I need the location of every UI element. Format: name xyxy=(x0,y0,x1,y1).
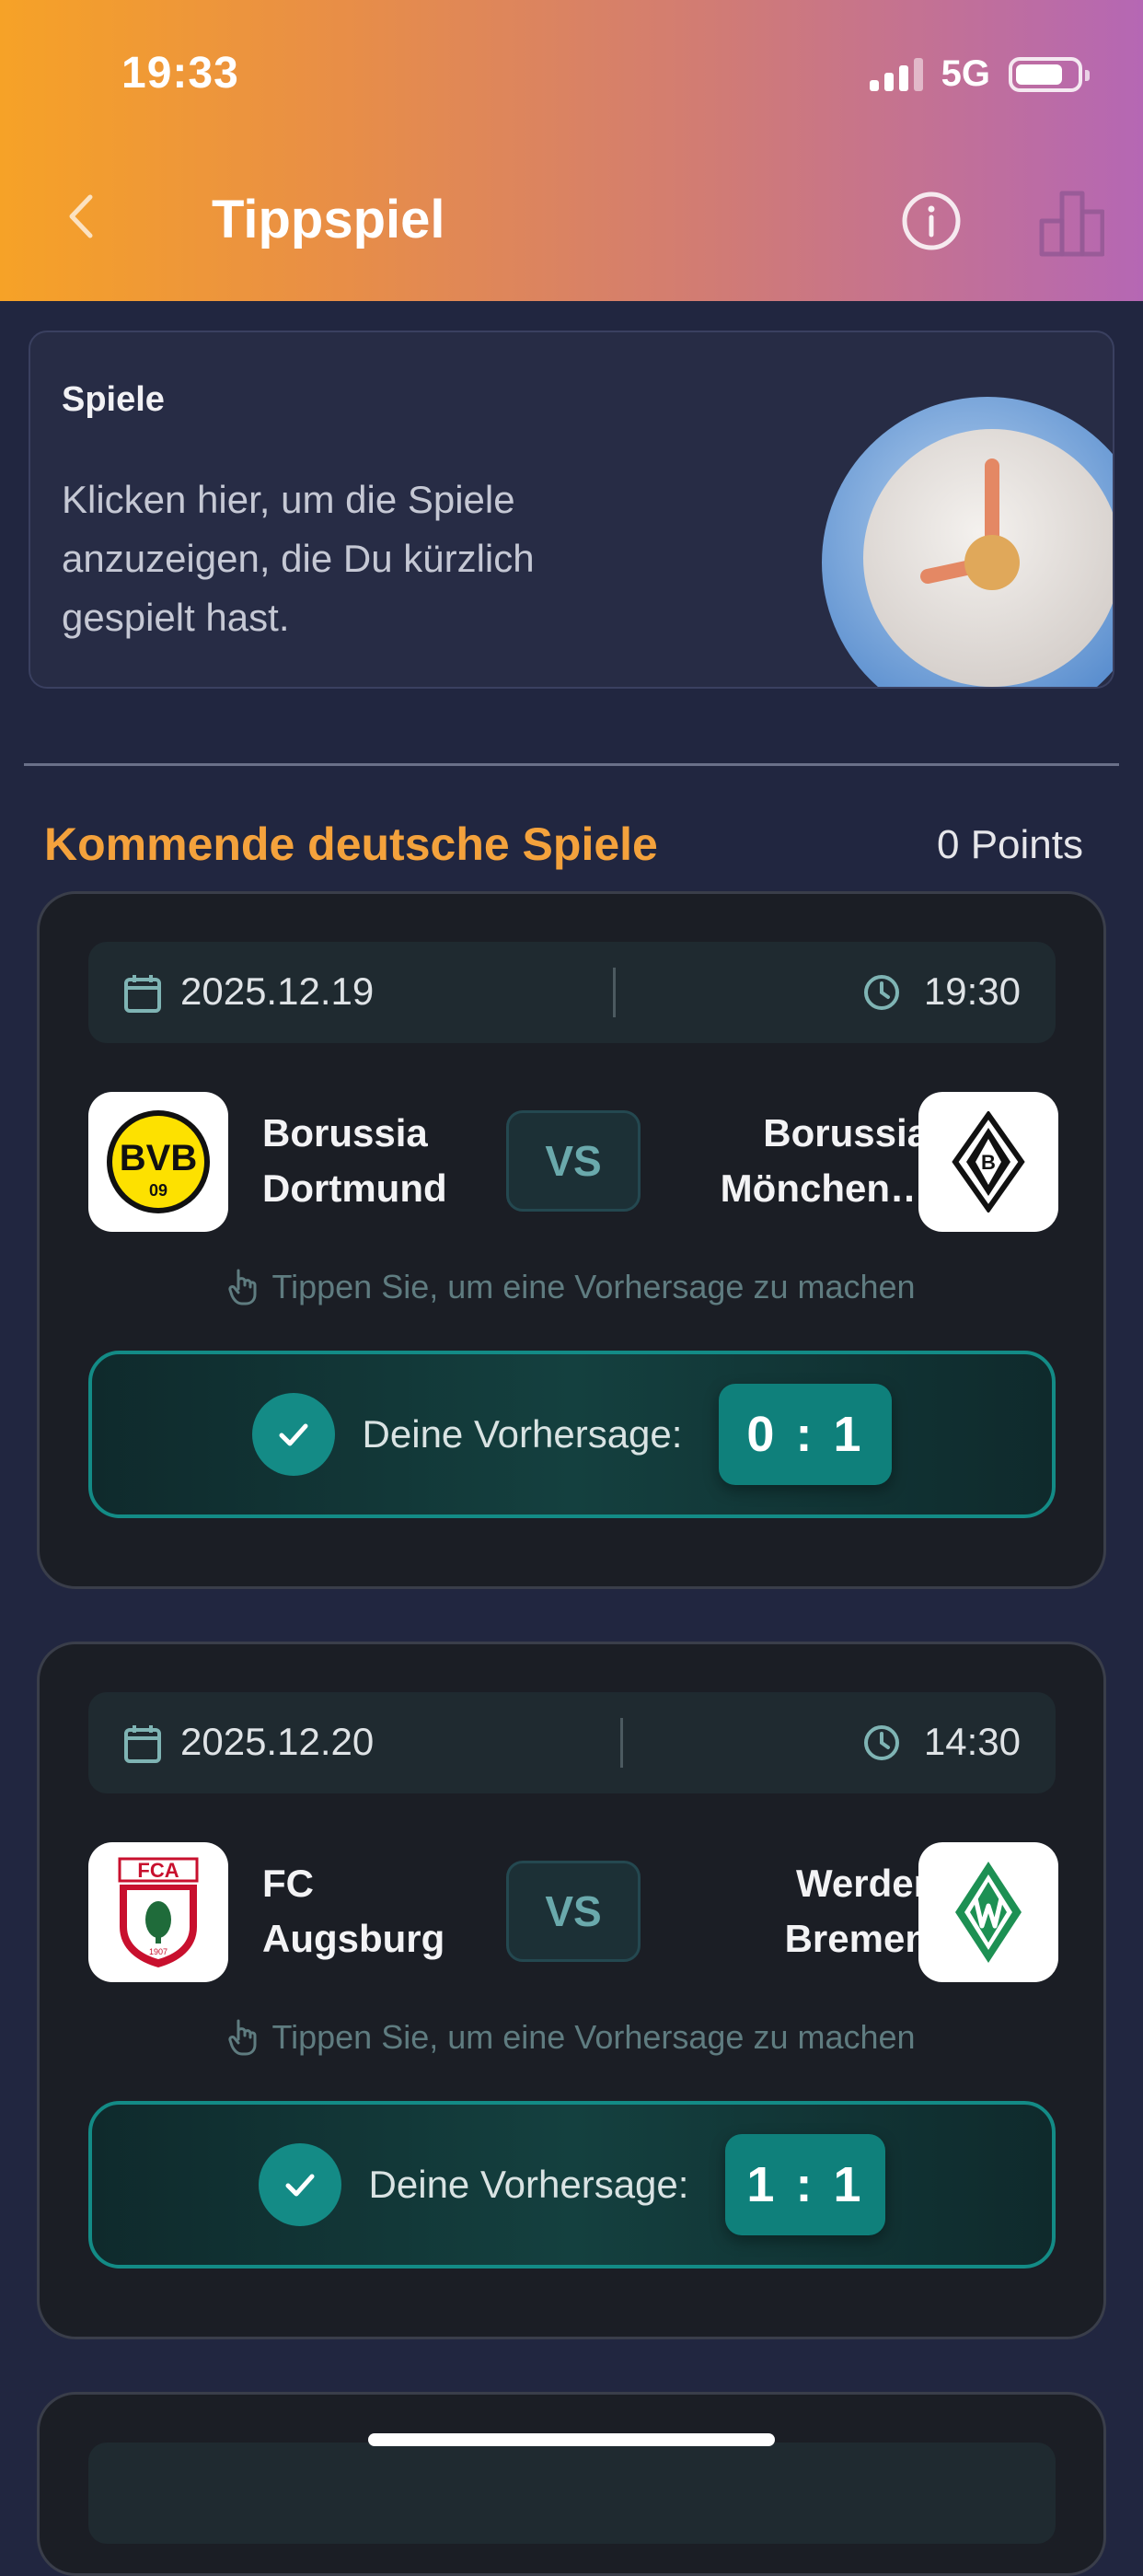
tap-hand-icon xyxy=(228,1269,257,1305)
match-card[interactable] xyxy=(37,2392,1106,2576)
info-button[interactable] xyxy=(900,190,963,252)
away-team-logo xyxy=(918,1842,1058,1982)
back-button[interactable] xyxy=(55,184,110,249)
prediction-label: Deine Vorhersage: xyxy=(362,1412,683,1456)
vs-badge: VS xyxy=(506,1110,641,1212)
match-date-bar xyxy=(88,2443,1056,2544)
calendar-icon xyxy=(124,1725,161,1763)
check-icon xyxy=(258,2143,341,2226)
chevron-left-icon xyxy=(69,194,93,238)
match-date-bar: 2025.12.20 14:30 xyxy=(88,1692,1056,1793)
werder-logo-icon xyxy=(955,1862,1022,1963)
tap-hint-text: Tippen Sie, um eine Vorhersage zu machen xyxy=(271,2018,916,2056)
fca-logo-icon: FCA 1907 xyxy=(118,1857,199,1967)
tap-hint: Tippen Sie, um eine Vorhersage zu machen xyxy=(40,1267,1103,1306)
points-label: 0 Points xyxy=(937,822,1083,867)
network-label: 5G xyxy=(941,53,990,94)
section-divider xyxy=(24,763,1119,766)
status-time: 19:33 xyxy=(121,49,239,98)
prediction-button[interactable]: Deine Vorhersage: 1 : 1 xyxy=(88,2101,1056,2269)
match-card[interactable]: 2025.12.20 14:30 FCA 1907 FC Augsburg VS… xyxy=(37,1642,1106,2339)
svg-text:FCA: FCA xyxy=(137,1859,179,1882)
status-indicators: 5G xyxy=(869,53,1090,95)
prediction-button[interactable]: Deine Vorhersage: 0 : 1 xyxy=(88,1351,1056,1518)
match-date: 2025.12.20 xyxy=(180,1720,375,1763)
home-team-logo: BVB 09 xyxy=(88,1092,228,1232)
home-team-name: FC Augsburg xyxy=(262,1862,445,1960)
clock-icon xyxy=(864,1725,899,1760)
check-icon xyxy=(251,1393,335,1476)
match-card[interactable]: 2025.12.19 19:30 BVB 09 Borussia Dortmun… xyxy=(37,891,1106,1589)
date-separator xyxy=(620,1718,623,1768)
tap-hint-text: Tippen Sie, um eine Vorhersage zu machen xyxy=(271,1268,916,1305)
signal-icon xyxy=(869,57,923,91)
svg-text:1907: 1907 xyxy=(149,1947,167,1956)
svg-text:BVB: BVB xyxy=(120,1138,197,1178)
gladbach-logo-icon: B xyxy=(952,1111,1025,1213)
prediction-label: Deine Vorhersage: xyxy=(368,2163,689,2206)
calendar-icon xyxy=(124,975,161,1013)
leaderboard-icon xyxy=(1039,191,1105,257)
match-time: 14:30 xyxy=(923,1720,1021,1763)
away-team-logo: B xyxy=(918,1092,1058,1232)
vs-badge: VS xyxy=(506,1861,641,1962)
home-indicator[interactable] xyxy=(368,2433,775,2446)
clock-icon xyxy=(864,975,899,1010)
tap-hand-icon xyxy=(228,2019,257,2056)
svg-text:09: 09 xyxy=(149,1181,167,1200)
header-bar: 19:33 5G Tippspiel xyxy=(0,0,1143,301)
away-team-name: Werder Bremen xyxy=(784,1862,929,1960)
away-team-name: Borussia Mönchen… xyxy=(720,1111,929,1210)
upcoming-section-title: Kommende deutsche Spiele xyxy=(44,818,658,870)
recent-card-description: Klicken hier, um die Spiele anzuzeigen, … xyxy=(62,478,535,639)
bvb-logo-icon: BVB 09 xyxy=(107,1110,210,1213)
battery-icon xyxy=(1009,56,1090,92)
prediction-score: 0 : 1 xyxy=(719,1384,893,1485)
svg-text:B: B xyxy=(981,1151,996,1174)
recent-games-card[interactable]: Spiele Klicken hier, um die Spiele anzuz… xyxy=(29,331,1114,689)
home-team-name: Borussia Dortmund xyxy=(262,1111,447,1210)
tap-hint: Tippen Sie, um eine Vorhersage zu machen xyxy=(40,2017,1103,2057)
prediction-score: 1 : 1 xyxy=(725,2134,886,2235)
match-date: 2025.12.19 xyxy=(180,969,375,1013)
match-date-bar: 2025.12.19 19:30 xyxy=(88,942,1056,1043)
recent-card-title: Spiele xyxy=(62,380,165,419)
info-icon xyxy=(902,191,961,250)
leaderboard-button[interactable] xyxy=(1038,184,1105,258)
match-time: 19:30 xyxy=(923,969,1021,1013)
page-title: Tippspiel xyxy=(212,190,445,249)
home-team-logo: FCA 1907 xyxy=(88,1842,228,1982)
date-separator xyxy=(613,968,616,1017)
clock-illustration-icon xyxy=(822,397,1113,687)
